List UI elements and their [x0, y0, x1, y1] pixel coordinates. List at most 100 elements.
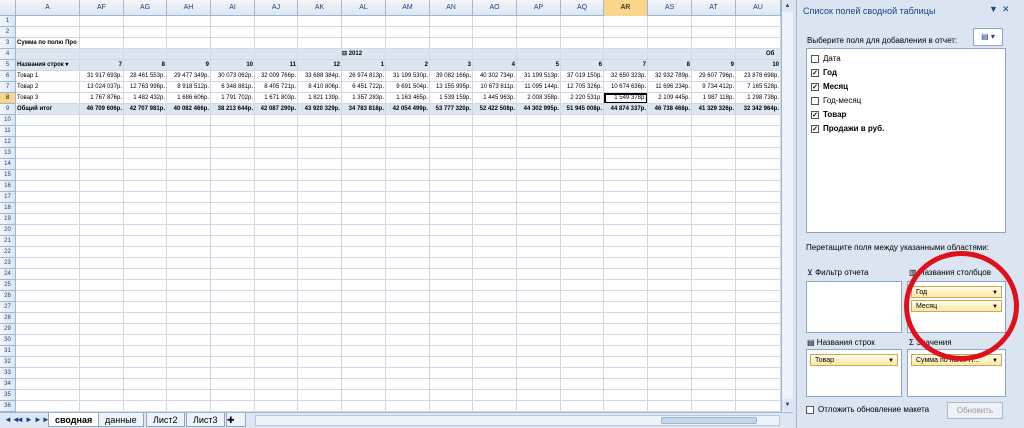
field-item[interactable]: ✓ Месяц: [811, 80, 848, 93]
update-button[interactable]: Обновить: [947, 402, 1003, 419]
chevron-down-icon[interactable]: ▼: [992, 287, 998, 299]
column-header-aj[interactable]: AJ: [255, 0, 298, 16]
field-item[interactable]: Дата: [811, 52, 841, 65]
row-header-27[interactable]: 27: [0, 302, 16, 313]
column-header-al[interactable]: AL: [342, 0, 386, 16]
column-header-aq[interactable]: AQ: [561, 0, 604, 16]
prev-sheet-icon[interactable]: ◄: [16, 415, 24, 424]
checkbox-icon[interactable]: [811, 54, 819, 63]
panel-menu-icon[interactable]: ▼: [989, 4, 998, 14]
row-header-13[interactable]: 13: [0, 148, 16, 159]
column-header-af[interactable]: AF: [80, 0, 124, 16]
row-header-20[interactable]: 20: [0, 225, 16, 236]
checkbox-icon[interactable]: ✓: [811, 110, 819, 119]
row-header-33[interactable]: 33: [0, 368, 16, 379]
checkbox-icon[interactable]: ✓: [811, 124, 819, 133]
field-item[interactable]: ✓ Год: [811, 66, 837, 79]
scroll-up-icon[interactable]: ▲: [782, 0, 793, 12]
column-header-au[interactable]: AU: [736, 0, 781, 16]
row-header-17[interactable]: 17: [0, 192, 16, 203]
row-header-18[interactable]: 18: [0, 203, 16, 214]
insert-sheet-icon[interactable]: ✚: [226, 413, 246, 427]
row-header-9[interactable]: 9: [0, 104, 16, 115]
row-header-1[interactable]: 1: [0, 16, 16, 27]
sheet-tab-dannye[interactable]: данные: [98, 413, 144, 427]
row-header-7[interactable]: 7: [0, 82, 16, 93]
row-header-24[interactable]: 24: [0, 269, 16, 280]
spreadsheet-area[interactable]: A AF AG AH AI AJ AK AL AM AN AO AP AQ AR AS AT AU 123456…: [0, 0, 793, 428]
sheet-tab-list2[interactable]: Лист2: [146, 413, 185, 427]
checkbox-icon[interactable]: ✓: [811, 82, 819, 91]
row-header-35[interactable]: 35: [0, 390, 16, 401]
column-header-am[interactable]: AM: [386, 0, 430, 16]
row-header-4[interactable]: 4: [0, 49, 16, 60]
scroll-down-icon[interactable]: ▼: [782, 399, 793, 411]
column-header-as[interactable]: AS: [648, 0, 692, 16]
layout-options-button[interactable]: ▤ ▾: [973, 28, 1003, 46]
row-header-25[interactable]: 25: [0, 280, 16, 291]
column-header-ar[interactable]: AR: [604, 0, 648, 16]
row-header-6[interactable]: 6: [0, 71, 16, 82]
column-header-at[interactable]: AT: [692, 0, 736, 16]
row-header-12[interactable]: 12: [0, 137, 16, 148]
column-header-ao[interactable]: AO: [473, 0, 517, 16]
row-labels-zone[interactable]: Товар ▼: [806, 349, 902, 397]
row-header-31[interactable]: 31: [0, 346, 16, 357]
sheet-tab-svodnaya[interactable]: сводная: [48, 413, 100, 427]
row-header-2[interactable]: 2: [0, 27, 16, 38]
checkbox-icon[interactable]: [806, 405, 814, 414]
field-item[interactable]: ✓ Продажи в руб.: [811, 122, 884, 135]
grid-row-line: [16, 356, 781, 357]
column-header-ah[interactable]: AH: [167, 0, 211, 16]
column-header-ag[interactable]: AG: [124, 0, 167, 16]
row-header-22[interactable]: 22: [0, 247, 16, 258]
row-header-8[interactable]: 8: [0, 93, 16, 104]
vertical-scrollbar[interactable]: ▲ ▼: [781, 0, 793, 412]
column-header-ak[interactable]: AK: [298, 0, 342, 16]
row-header-30[interactable]: 30: [0, 335, 16, 346]
row-header-10[interactable]: 10: [0, 115, 16, 126]
defer-update-checkbox[interactable]: Отложить обновление макета: [806, 405, 929, 414]
sheet-tab-list3[interactable]: Лист3: [186, 413, 225, 427]
field-item[interactable]: Год-месяц: [811, 94, 861, 107]
row-header-28[interactable]: 28: [0, 313, 16, 324]
row-header-15[interactable]: 15: [0, 170, 16, 181]
row-header-32[interactable]: 32: [0, 357, 16, 368]
row-header-3[interactable]: 3: [0, 38, 16, 49]
row-header-34[interactable]: 34: [0, 379, 16, 390]
area-field-chip[interactable]: Год ▼: [911, 286, 1002, 298]
report-filter-zone[interactable]: [806, 281, 902, 333]
row-header-23[interactable]: 23: [0, 258, 16, 269]
column-labels-zone[interactable]: Год ▼ Месяц ▼: [907, 281, 1006, 333]
column-header-ap[interactable]: AP: [517, 0, 561, 16]
chevron-down-icon[interactable]: ▼: [992, 301, 998, 313]
horizontal-scrollbar[interactable]: [255, 415, 780, 426]
row-header-21[interactable]: 21: [0, 236, 16, 247]
column-header-ai[interactable]: AI: [211, 0, 255, 16]
close-icon[interactable]: ✕: [1002, 4, 1010, 15]
chevron-down-icon[interactable]: ▼: [992, 355, 998, 367]
chevron-down-icon[interactable]: ▼: [888, 355, 894, 367]
column-header-a[interactable]: A: [16, 0, 80, 16]
column-header-an[interactable]: AN: [430, 0, 473, 16]
row-header-5[interactable]: 5: [0, 60, 16, 71]
checkbox-icon[interactable]: [811, 96, 819, 105]
row-header-29[interactable]: 29: [0, 324, 16, 335]
row-header-14[interactable]: 14: [0, 159, 16, 170]
checkbox-icon[interactable]: ✓: [811, 68, 819, 77]
values-zone[interactable]: Сумма по полю П... ▼: [907, 349, 1006, 397]
area-field-chip[interactable]: Сумма по полю П... ▼: [911, 354, 1002, 366]
row-header-26[interactable]: 26: [0, 291, 16, 302]
row-header-11[interactable]: 11: [0, 126, 16, 137]
horizontal-scroll-thumb[interactable]: [661, 417, 757, 424]
field-item[interactable]: ✓ Товар: [811, 108, 846, 121]
grid-row-line: [16, 191, 781, 192]
row-header-36[interactable]: 36: [0, 401, 16, 412]
row-header-16[interactable]: 16: [0, 181, 16, 192]
row-header-19[interactable]: 19: [0, 214, 16, 225]
column-labels-label: ▥ Названия столбцов: [909, 268, 991, 277]
select-all-corner[interactable]: [0, 0, 16, 16]
next-sheet-icon[interactable]: ►: [25, 415, 33, 424]
area-field-chip[interactable]: Товар ▼: [810, 354, 898, 366]
area-field-chip[interactable]: Месяц ▼: [911, 300, 1002, 312]
